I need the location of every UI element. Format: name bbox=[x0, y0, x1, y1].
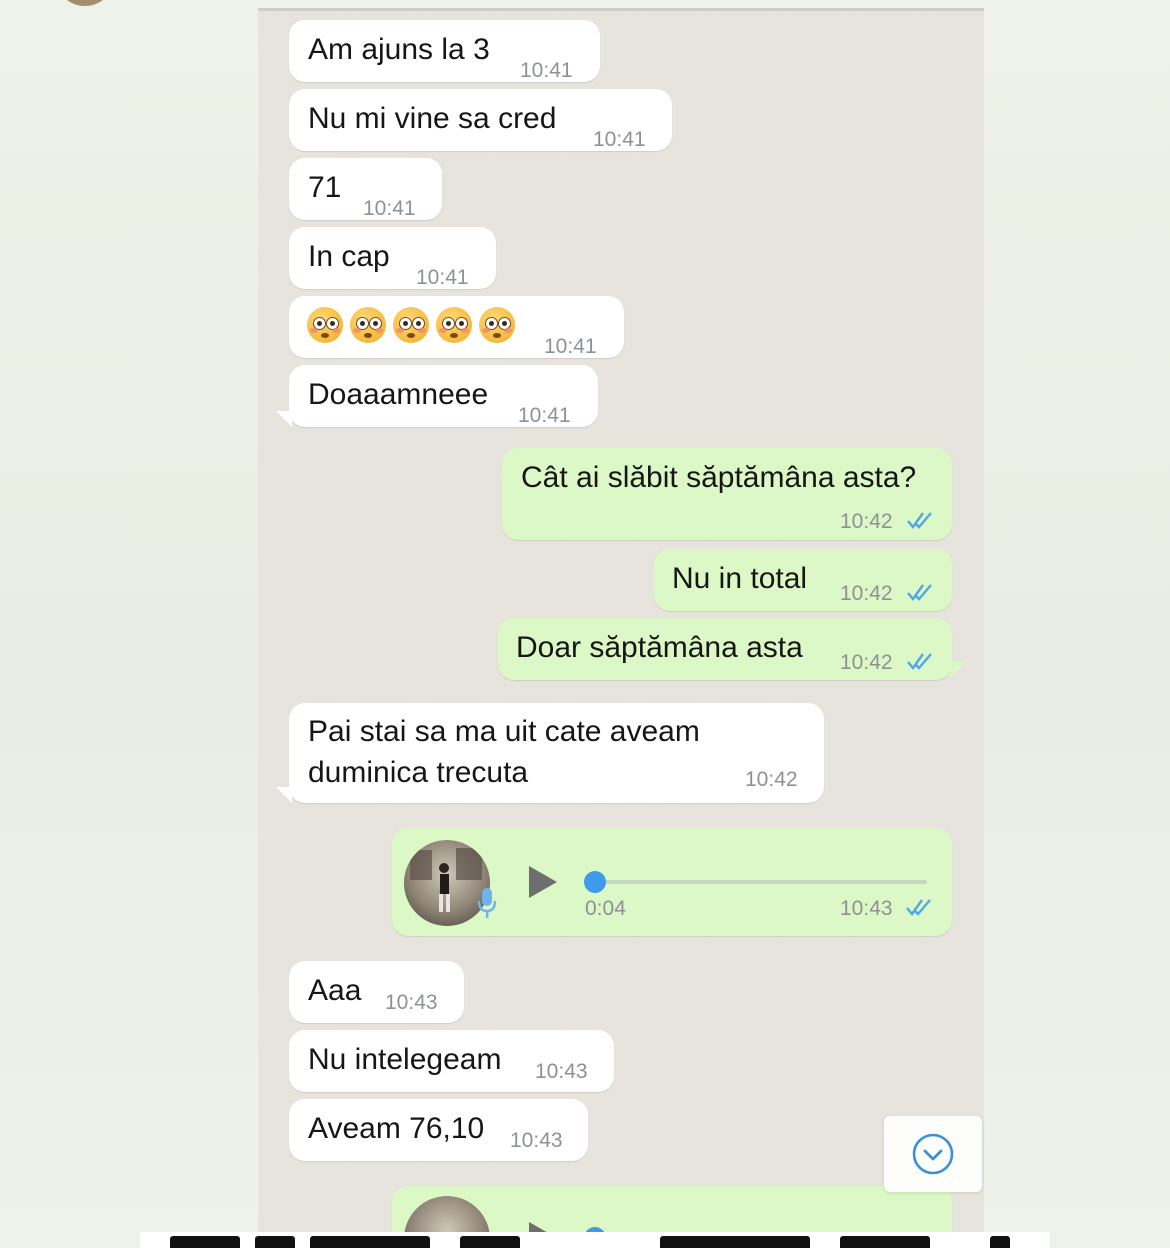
message-text: Doaaamneee bbox=[308, 378, 489, 411]
message-time: 10:41 bbox=[518, 404, 571, 427]
message-text-line-2: duminica trecuta bbox=[308, 756, 529, 789]
message-bubble-incoming: Pai stai sa ma uit cate aveam duminica t… bbox=[289, 703, 824, 803]
message-time: 10:41 bbox=[544, 335, 597, 358]
flushed-face-icon bbox=[436, 307, 472, 343]
message-text: Nu mi vine sa cred bbox=[308, 102, 557, 135]
message-time: 10:41 bbox=[593, 128, 646, 151]
message-time: 10:42 bbox=[840, 510, 893, 533]
flushed-face-emoji-row bbox=[307, 307, 527, 345]
flushed-face-icon bbox=[393, 307, 429, 343]
message-bubble-incoming: In cap 10:41 bbox=[289, 227, 496, 289]
bubble-tail bbox=[276, 411, 292, 427]
message-bubble-outgoing: Cât ai slăbit săptămâna asta? 10:42 bbox=[502, 448, 952, 540]
profile-avatar-corner bbox=[55, 0, 115, 6]
message-time: 10:41 bbox=[363, 197, 416, 220]
voice-duration: 0:04 bbox=[585, 897, 626, 920]
message-text: Aveam 76,10 bbox=[308, 1112, 485, 1145]
message-bubble-incoming: Aveam 76,10 10:43 bbox=[289, 1099, 588, 1161]
message-bubble-incoming: Doaaamneee 10:41 bbox=[289, 365, 598, 427]
message-bubble-incoming: Nu mi vine sa cred 10:41 bbox=[289, 89, 672, 151]
message-time: 10:43 bbox=[510, 1129, 563, 1152]
audio-progress-knob[interactable] bbox=[584, 871, 606, 893]
scroll-to-bottom-button[interactable] bbox=[884, 1116, 982, 1192]
message-bubble-incoming: Aaa 10:43 bbox=[289, 961, 464, 1023]
message-text: Cât ai slăbit săptămâna asta? bbox=[521, 461, 917, 494]
chevron-down-circle-icon bbox=[912, 1133, 954, 1175]
microphone-icon bbox=[477, 888, 497, 918]
bubble-tail bbox=[950, 662, 966, 678]
message-time: 10:42 bbox=[840, 651, 893, 674]
message-text: Nu intelegeam bbox=[308, 1043, 502, 1076]
voice-message-outgoing[interactable]: 0:04 10:43 bbox=[392, 828, 952, 936]
chat-conversation[interactable]: Am ajuns la 3 10:41 Nu mi vine sa cred 1… bbox=[258, 8, 984, 1248]
bubble-tail bbox=[276, 787, 292, 803]
message-text: Aaa bbox=[308, 974, 362, 1007]
caption-text-cropped bbox=[160, 1236, 1040, 1248]
message-bubble-outgoing: Doar săptămâna asta 10:42 bbox=[498, 618, 952, 680]
message-text-line-1: Pai stai sa ma uit cate aveam bbox=[308, 715, 700, 748]
message-bubble-incoming: Nu intelegeam 10:43 bbox=[289, 1030, 614, 1092]
flushed-face-icon bbox=[307, 307, 343, 343]
double-check-icon bbox=[907, 584, 932, 601]
message-time: 10:43 bbox=[840, 897, 893, 920]
message-bubble-incoming: 10:41 bbox=[289, 296, 624, 358]
flushed-face-icon bbox=[350, 307, 386, 343]
message-bubble-incoming: 71 10:41 bbox=[289, 158, 442, 220]
flushed-face-icon bbox=[479, 307, 515, 343]
message-bubble-incoming: Am ajuns la 3 10:41 bbox=[289, 20, 600, 82]
message-time: 10:43 bbox=[535, 1060, 588, 1083]
double-check-icon bbox=[906, 899, 931, 916]
message-time: 10:41 bbox=[520, 59, 573, 82]
play-icon[interactable] bbox=[529, 866, 557, 898]
message-time: 10:43 bbox=[385, 991, 438, 1014]
message-text: In cap bbox=[308, 240, 390, 273]
double-check-icon bbox=[907, 653, 932, 670]
message-text: Doar săptămâna asta bbox=[516, 631, 803, 664]
double-check-icon bbox=[907, 512, 932, 529]
message-text: 71 bbox=[308, 171, 342, 204]
message-text: Am ajuns la 3 bbox=[308, 33, 490, 66]
message-bubble-outgoing: Nu in total 10:42 bbox=[654, 549, 952, 611]
message-time: 10:41 bbox=[416, 266, 469, 289]
message-text: Nu in total bbox=[672, 562, 808, 595]
message-time: 10:42 bbox=[840, 582, 893, 605]
message-time: 10:42 bbox=[745, 768, 798, 791]
audio-progress-track[interactable] bbox=[587, 880, 927, 884]
